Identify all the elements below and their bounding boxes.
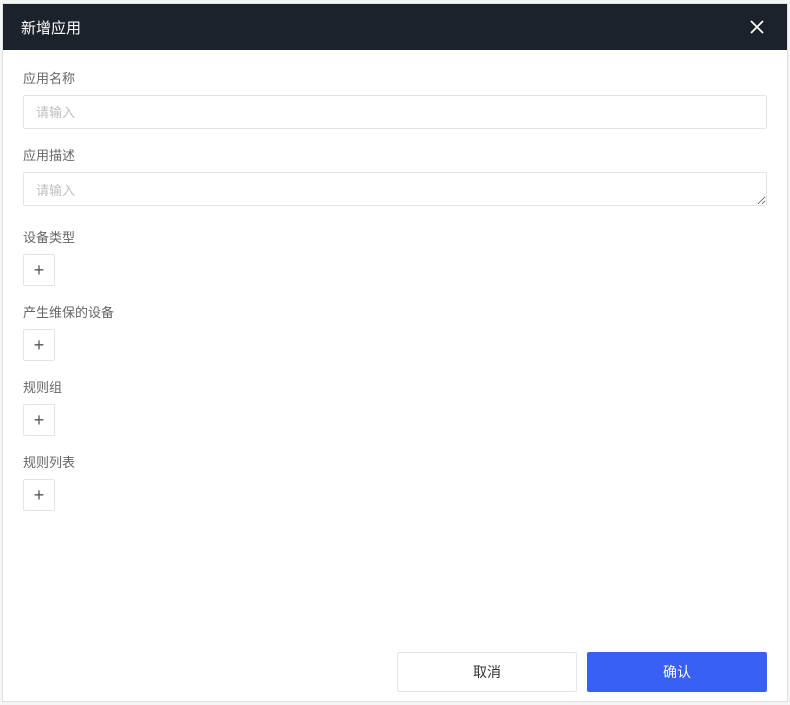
rule-list-label: 规则列表	[23, 452, 767, 471]
rule-group-label: 规则组	[23, 377, 767, 396]
maintenance-device-add-button[interactable]: +	[23, 329, 55, 361]
cancel-button[interactable]: 取消	[397, 652, 577, 692]
app-description-input[interactable]	[23, 172, 767, 206]
app-name-input[interactable]	[23, 95, 767, 129]
add-application-modal: 新增应用 应用名称 应用描述 设备类型 + 产生维保的设备 +	[2, 3, 788, 702]
confirm-button[interactable]: 确认	[587, 652, 767, 692]
modal-body: 应用名称 应用描述 设备类型 + 产生维保的设备 + 规则组 + 规则	[3, 50, 787, 643]
app-name-label: 应用名称	[23, 68, 767, 87]
modal-header: 新增应用	[3, 4, 787, 50]
modal-footer: 取消 确认	[3, 643, 787, 701]
app-name-group: 应用名称	[23, 68, 767, 129]
rule-group-group: 规则组 +	[23, 377, 767, 436]
maintenance-device-group: 产生维保的设备 +	[23, 302, 767, 361]
plus-icon: +	[34, 411, 45, 429]
app-description-group: 应用描述	[23, 145, 767, 211]
plus-icon: +	[34, 336, 45, 354]
device-type-add-button[interactable]: +	[23, 254, 55, 286]
rule-list-group: 规则列表 +	[23, 452, 767, 511]
rule-group-add-button[interactable]: +	[23, 404, 55, 436]
app-description-label: 应用描述	[23, 145, 767, 164]
device-type-label: 设备类型	[23, 227, 767, 246]
device-type-group: 设备类型 +	[23, 227, 767, 286]
plus-icon: +	[34, 261, 45, 279]
maintenance-device-label: 产生维保的设备	[23, 302, 767, 321]
close-icon	[749, 19, 765, 35]
modal-title: 新增应用	[21, 17, 81, 38]
plus-icon: +	[34, 486, 45, 504]
close-button[interactable]	[745, 15, 769, 39]
rule-list-add-button[interactable]: +	[23, 479, 55, 511]
